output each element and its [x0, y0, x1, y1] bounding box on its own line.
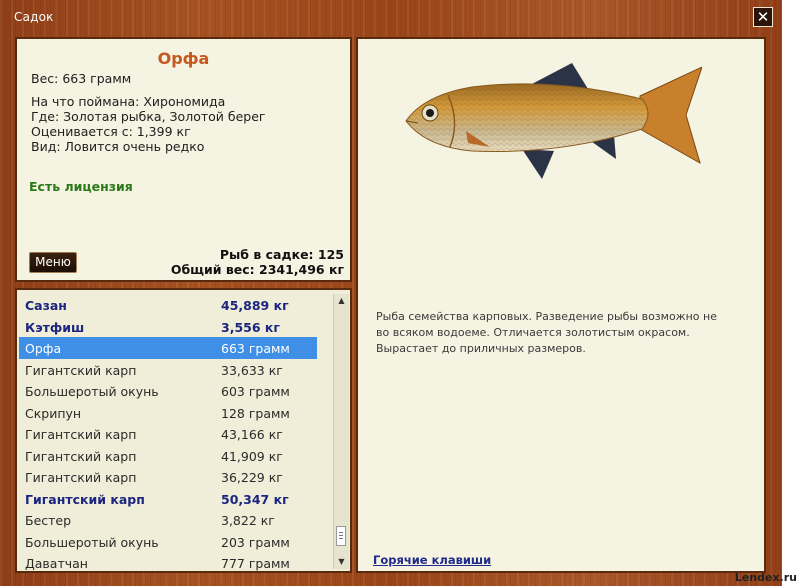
- hotkeys-link[interactable]: Горячие клавиши: [373, 553, 491, 567]
- description-line: Рыба семейства карповых. Разведение рыбы…: [376, 310, 717, 323]
- fish-list-panel: Сазан 45,889 кг Кэтфиш 3,556 кг Орфа 663 грам…: [15, 288, 352, 573]
- fish-list-weight: 43,166 кг: [221, 427, 283, 442]
- fish-list-row[interactable]: Гигантский карп 36,229 кг: [19, 466, 317, 488]
- scroll-down-icon[interactable]: ▼: [334, 555, 349, 569]
- fish-list-weight: 777 грамм: [221, 556, 290, 571]
- fish-list-name: Гигантский карп: [25, 470, 137, 485]
- fish-weight-text: Вес: 663 грамм: [31, 71, 132, 86]
- fish-list-row[interactable]: Сазан 45,889 кг: [19, 294, 317, 316]
- fish-list-row[interactable]: Скрипун 128 грамм: [19, 402, 317, 424]
- fish-list-row[interactable]: Бестер 3,822 кг: [19, 509, 317, 531]
- fish-description: Рыба семейства карповых. Разведение рыбы…: [376, 309, 746, 357]
- fish-info-panel: Орфа Вес: 663 грамм На что поймана: Хиро…: [15, 37, 352, 282]
- description-line: Вырастает до приличных размеров.: [376, 342, 586, 355]
- fish-list-weight: 3,822 кг: [221, 513, 275, 528]
- fish-list-weight: 45,889 кг: [221, 298, 289, 313]
- fish-list-weight: 33,633 кг: [221, 362, 283, 378]
- scroll-up-icon[interactable]: ▲: [334, 294, 349, 308]
- close-icon: ✕: [756, 8, 770, 26]
- fish-list-name: Большеротый окунь: [25, 534, 159, 550]
- location-text: Где: Золотая рыбка, Золотой берег: [31, 109, 266, 124]
- fish-list-name: Гигантский карп: [25, 491, 145, 507]
- fish-list-row[interactable]: Даватчан 777 грамм: [19, 552, 317, 571]
- fish-list-name: Кэтфиш: [25, 319, 85, 335]
- fish-list-weight: 36,229 кг: [221, 470, 283, 485]
- creel-window: Садок ✕ Орфа Вес: 663 грамм На что пойма…: [0, 0, 782, 586]
- fish-list-row[interactable]: Гигантский карп 41,909 кг: [19, 445, 317, 467]
- fish-list[interactable]: Сазан 45,889 кг Кэтфиш 3,556 кг Орфа 663 грам…: [19, 294, 317, 571]
- rarity-text: Вид: Ловится очень редко: [31, 139, 205, 154]
- fish-list-row[interactable]: Большеротый окунь 203 грамм: [19, 531, 317, 553]
- fish-list-name: Даватчан: [25, 556, 88, 571]
- fish-list-name: Скрипун: [25, 405, 82, 421]
- fish-list-weight: 663 грамм: [221, 341, 290, 356]
- valued-from-text: Оценивается с: 1,399 кг: [31, 124, 191, 139]
- fish-list-row[interactable]: Орфа 663 грамм: [19, 337, 317, 359]
- fish-list-weight: 50,347 кг: [221, 491, 289, 507]
- list-scrollbar[interactable]: ▲ ▼: [333, 294, 349, 569]
- scroll-thumb[interactable]: [336, 526, 346, 546]
- fish-list-name: Большеротый окунь: [25, 384, 159, 399]
- fish-detail-panel: Рыба семейства карповых. Разведение рыбы…: [356, 37, 766, 573]
- fish-list-name: Орфа: [25, 341, 62, 356]
- menu-button[interactable]: Меню: [29, 252, 77, 273]
- fish-list-weight: 128 грамм: [221, 405, 290, 421]
- fish-list-name: Гигантский карп: [25, 448, 137, 464]
- fish-list-name: Гигантский карп: [25, 427, 137, 442]
- watermark: Lendex.ru: [734, 571, 797, 584]
- fish-list-name: Сазан: [25, 298, 67, 313]
- license-status: Есть лицензия: [29, 179, 133, 194]
- total-weight-text: Общий вес: 2341,496 кг: [170, 262, 344, 277]
- fish-list-row[interactable]: Кэтфиш 3,556 кг: [19, 316, 317, 338]
- fish-list-weight: 203 грамм: [221, 534, 290, 550]
- fish-list-row[interactable]: Гигантский карп 50,347 кг: [19, 488, 317, 510]
- close-button[interactable]: ✕: [753, 7, 773, 27]
- fish-name-heading: Орфа: [157, 49, 210, 68]
- fish-list-row[interactable]: Гигантский карп 33,633 кг: [19, 359, 317, 381]
- fish-list-weight: 41,909 кг: [221, 448, 283, 464]
- fish-list-name: Гигантский карп: [25, 362, 137, 378]
- title-bar: Садок ✕: [0, 0, 782, 32]
- fish-list-name: Бестер: [25, 513, 72, 528]
- fish-image: [405, 63, 702, 179]
- fish-list-weight: 3,556 кг: [221, 319, 280, 335]
- fish-list-row[interactable]: Гигантский карп 43,166 кг: [19, 423, 317, 445]
- caught-with-text: На что поймана: Хирономида: [31, 94, 226, 109]
- window-title: Садок: [14, 10, 54, 24]
- fish-list-row[interactable]: Большеротый окунь 603 грамм: [19, 380, 317, 402]
- fish-list-weight: 603 грамм: [221, 384, 290, 399]
- description-line: во всяком водоеме. Отличается золотистым…: [376, 326, 690, 339]
- fish-count-text: Рыб в садке: 125: [219, 247, 344, 262]
